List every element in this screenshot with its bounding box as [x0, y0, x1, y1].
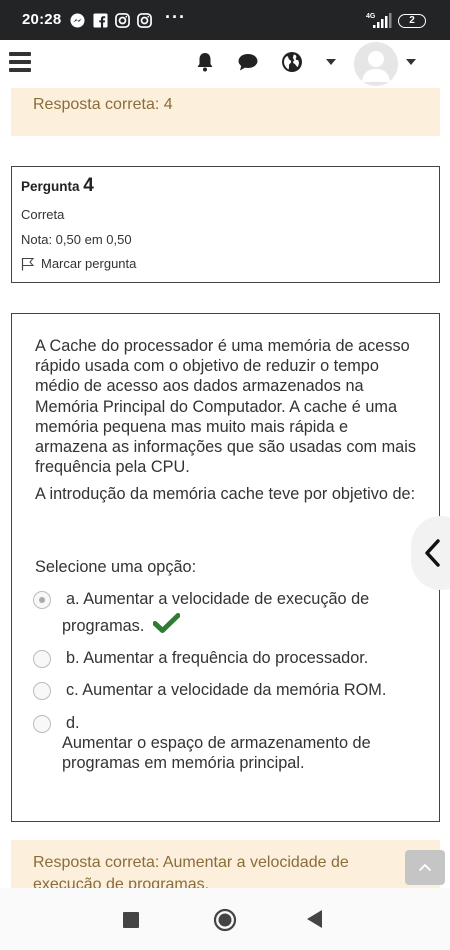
chat-icon[interactable]: [236, 50, 260, 74]
option-text: a. Aumentar a velocidade de execução de: [66, 589, 370, 608]
answer-option-a[interactable]: a. Aumentar a velocidade de execução de …: [33, 589, 417, 636]
radio-button[interactable]: [33, 714, 51, 733]
quiz-review-content: Resposta correta: 4 Pergunta 4 Correta N…: [0, 88, 450, 888]
answer-option-c[interactable]: c. Aumentar a velocidade da memória ROM.: [33, 680, 417, 701]
previous-correct-answer-feedback: Resposta correta: 4: [11, 88, 440, 136]
back-button[interactable]: [307, 910, 322, 928]
select-prompt: Selecione uma opção:: [35, 557, 197, 576]
question-content: A Cache do processador é uma memória de …: [11, 313, 440, 822]
instagram-icon: [137, 13, 152, 28]
globe-icon[interactable]: [280, 50, 304, 74]
flag-icon: [21, 257, 35, 270]
flag-question-link[interactable]: Marcar pergunta: [21, 256, 430, 271]
answer-option-d[interactable]: d. Aumentar o espaço de armazenamento de…: [33, 713, 417, 774]
answer-option-b[interactable]: b. Aumentar a frequência do processador.: [33, 648, 417, 669]
instagram-icon: [115, 13, 130, 28]
menu-icon[interactable]: [9, 52, 31, 72]
question-text: A Cache do processador é uma memória de …: [35, 336, 417, 505]
question-paragraph: A Cache do processador é uma memória de …: [35, 337, 416, 477]
chevron-down-icon[interactable]: [406, 59, 416, 65]
radio-button-selected[interactable]: [33, 590, 51, 609]
option-text: b. Aumentar a frequência do processador.: [66, 649, 369, 668]
correct-check-icon: [152, 613, 181, 634]
chevron-down-icon[interactable]: [326, 59, 336, 65]
question-number: Pergunta 4: [21, 175, 94, 196]
recent-apps-button[interactable]: [123, 912, 139, 928]
option-text: programas.: [62, 617, 145, 636]
option-text: d.: [66, 713, 80, 732]
chevron-left-icon: [425, 539, 440, 567]
flag-label: Marcar pergunta: [41, 256, 137, 271]
messenger-icon: [70, 13, 85, 28]
user-icon: [362, 51, 390, 82]
battery-icon: 2: [398, 14, 426, 28]
radio-button[interactable]: [33, 650, 51, 669]
avatar[interactable]: [354, 42, 398, 86]
question-paragraph: A introdução da memória cache teve por o…: [35, 485, 416, 504]
option-text: Aumentar o espaço de armazenamento de pr…: [62, 733, 371, 773]
more-notifications-icon: ···: [165, 7, 186, 27]
facebook-icon: [93, 13, 108, 28]
feedback-text: Resposta correta: Aumentar a velocidade …: [33, 854, 349, 888]
signal-icon: [373, 13, 392, 28]
status-time: 20:28: [22, 11, 62, 28]
question-state: Correta: [21, 207, 65, 222]
status-bar: 20:28 ··· 4G 2: [0, 0, 450, 40]
bell-icon[interactable]: [193, 50, 217, 74]
correct-answer-feedback: Resposta correta: Aumentar a velocidade …: [11, 840, 440, 888]
feedback-text: Resposta correta: 4: [33, 96, 173, 113]
chevron-up-icon: [419, 864, 431, 871]
drawer-toggle-button[interactable]: [411, 516, 450, 590]
radio-button[interactable]: [33, 682, 51, 701]
system-nav-bar: [0, 888, 450, 950]
question-info-panel: Pergunta 4 Correta Nota: 0,50 em 0,50 Ma…: [11, 166, 440, 283]
option-text: c. Aumentar a velocidade da memória ROM.: [66, 681, 387, 700]
home-button[interactable]: [213, 908, 237, 932]
app-bar: [0, 40, 450, 88]
question-grade: Nota: 0,50 em 0,50: [21, 232, 132, 247]
answer-options: a. Aumentar a velocidade de execução de …: [33, 589, 417, 774]
back-to-top-button[interactable]: [405, 850, 445, 885]
